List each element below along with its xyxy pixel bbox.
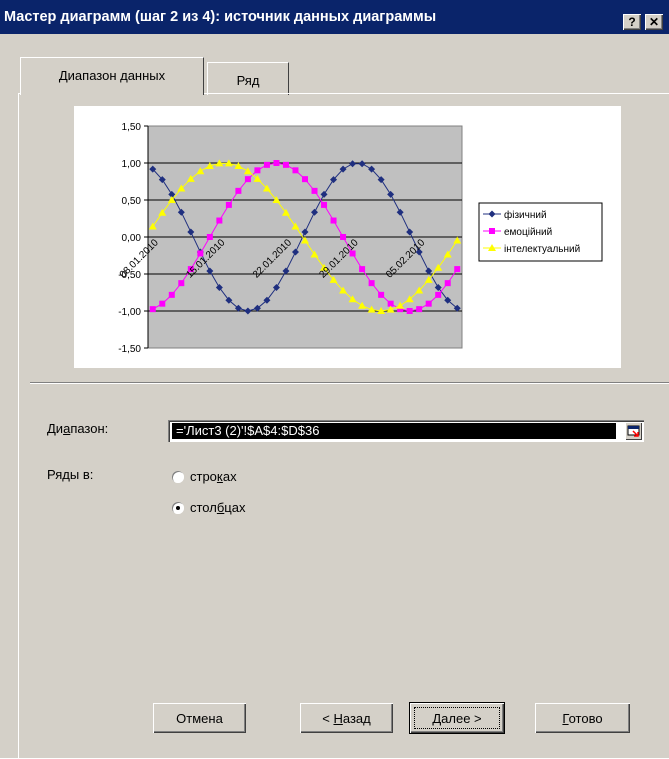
chart-svg: 1,501,000,500,00-0,50-1,00-1,5008.01.201… [118,122,603,355]
dialog-title: Мастер диаграмм (шаг 2 из 4): источник д… [4,9,437,25]
data-point [340,234,347,240]
radio-rows-label[interactable]: строках [190,469,237,484]
data-point [330,217,337,224]
radio-rows[interactable] [172,471,184,483]
data-point [235,187,242,194]
close-button[interactable]: ✕ [645,14,663,30]
legend-label: інтелектуальний [504,244,580,255]
legend-label: емоційний [504,227,552,238]
help-button[interactable]: ? [623,14,641,30]
data-point [263,161,270,168]
range-input[interactable]: ='Лист3 (2)'!$A$4:$D$36 [168,420,644,442]
data-point [159,300,166,307]
range-label: Диапазон: [47,421,109,436]
tab-data-range-label: Диапазон данных [58,68,166,83]
chart-preview: 1,50 1,00 0,50 0,00 -0,50 -1,00 -1,50 08.01.201… [74,106,621,368]
data-point [321,201,328,208]
data-point [444,280,451,287]
finish-button-label: Готово [562,710,603,726]
legend-label: фізичний [504,209,547,221]
data-point [425,300,432,307]
tab-series-label: Ряд [236,73,260,88]
radio-columns[interactable] [172,502,184,514]
y-tick-label: 1,50 [122,122,142,133]
tab-series[interactable]: Ряд [207,62,289,95]
range-input-value: ='Лист3 (2)'!$A$4:$D$36 [176,423,320,438]
data-point [168,291,175,298]
data-point [206,234,213,240]
chart-wizard-dialog: Мастер диаграмм (шаг 2 из 4): источник д… [0,0,669,759]
range-picker-icon [627,425,640,437]
back-button[interactable]: < Назад [300,703,393,733]
data-point [216,217,223,224]
data-point [225,201,232,208]
data-point [435,291,442,298]
data-point [368,280,375,287]
data-point [406,308,413,314]
tab-data-range[interactable]: Диапазон данных [20,57,204,95]
data-point [273,160,280,166]
data-point [359,266,366,273]
series-in-label: Ряды в: [47,467,94,482]
data-point [292,167,299,174]
collapse-dialog-button[interactable] [625,422,642,440]
focus-rect [414,707,500,729]
data-point [149,306,156,313]
legend-marker [489,228,495,234]
data-point [416,306,423,313]
y-tick-label: -1,00 [118,307,141,318]
separator [30,382,669,384]
title-bar[interactable]: Мастер диаграмм (шаг 2 из 4): источник д… [0,0,669,34]
data-point [178,280,185,287]
next-button[interactable]: Далее > [410,703,504,733]
data-point [302,176,308,183]
y-tick-label: 1,00 [122,159,142,170]
range-input-selection: ='Лист3 (2)'!$A$4:$D$36 [172,423,616,439]
y-tick-label: 0,50 [122,196,142,207]
y-tick-label: 0,00 [122,233,142,244]
data-point [311,187,318,194]
cancel-button-label: Отмена [176,710,223,726]
data-point [254,167,261,174]
radio-columns-label[interactable]: столбцах [190,500,245,515]
back-button-label: < Назад [322,710,371,726]
data-point [454,266,461,273]
finish-button[interactable]: Готово [535,703,630,733]
data-point [282,161,289,168]
cancel-button[interactable]: Отмена [153,703,246,733]
data-point [378,291,385,298]
data-point [244,176,251,183]
y-tick-label: -1,50 [118,344,141,355]
